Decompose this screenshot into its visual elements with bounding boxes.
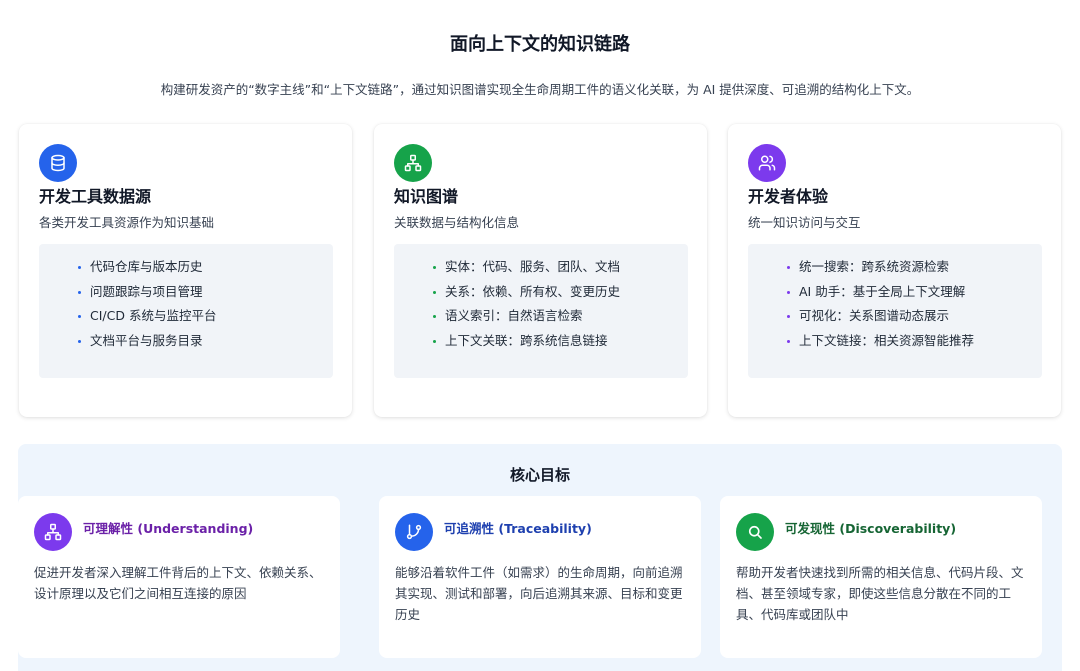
card-title: 开发者体验	[748, 187, 829, 206]
page-subtitle: 构建研发资产的“数字主线”和“上下文链路”，通过知识图谱实现全生命周期工件的语义…	[160, 82, 920, 97]
list-item: 实体：代码、服务、团队、文档	[433, 258, 688, 283]
card-description: 各类开发工具资源作为知识基础	[39, 215, 215, 230]
list-item: 代码仓库与版本历史	[78, 258, 333, 283]
goal-title: 可追溯性 (Traceability)	[444, 521, 592, 536]
users-icon	[748, 144, 786, 182]
card-item-list: 代码仓库与版本历史 问题跟踪与项目管理 CI/CD 系统与监控平台 文档平台与服…	[39, 244, 333, 378]
list-item: 关系：依赖、所有权、变更历史	[433, 283, 688, 308]
goal-title: 可发现性 (Discoverability)	[785, 521, 957, 536]
list-item: 文档平台与服务目录	[78, 332, 333, 357]
card-description: 关联数据与结构化信息	[394, 215, 520, 230]
section-title: 核心目标	[509, 466, 570, 484]
list-item: 统一搜索：跨系统资源检索	[787, 258, 1042, 283]
goal-understanding: 可理解性 (Understanding) 促进开发者深入理解工件背后的上下文、依…	[18, 496, 340, 658]
list-item: CI/CD 系统与监控平台	[78, 307, 333, 332]
page-title: 面向上下文的知识链路	[450, 34, 630, 55]
search-icon	[736, 513, 774, 551]
list-item: 语义索引：自然语言检索	[433, 307, 688, 332]
card-title: 知识图谱	[394, 187, 459, 206]
network-icon	[34, 513, 72, 551]
goal-discoverability: 可发现性 (Discoverability) 帮助开发者快速找到所需的相关信息、…	[720, 496, 1042, 658]
card-title: 开发工具数据源	[39, 187, 152, 206]
goal-text: 促进开发者深入理解工件背后的上下文、依赖关系、设计原理以及它们之间相互连接的原因	[34, 565, 322, 601]
core-goals-section: 核心目标 可追溯性 (Traceability) 能够沿着软件工件（如需求）的生…	[18, 444, 1062, 671]
network-icon	[394, 144, 432, 182]
list-item: 问题跟踪与项目管理	[78, 283, 333, 308]
list-item: 上下文关联：跨系统信息链接	[433, 332, 688, 357]
card-dev-experience: 开发者体验 统一知识访问与交互 统一搜索：跨系统资源检索 AI 助手：基于全局上…	[728, 124, 1061, 417]
goal-title: 可理解性 (Understanding)	[83, 521, 254, 536]
card-knowledge-graph: 知识图谱 关联数据与结构化信息 实体：代码、服务、团队、文档 关系：依赖、所有权…	[374, 124, 707, 417]
git-branch-icon	[395, 513, 433, 551]
card-description: 统一知识访问与交互	[748, 215, 861, 230]
goal-traceability: 可追溯性 (Traceability) 能够沿着软件工件（如需求）的生命周期，向…	[379, 496, 701, 658]
goal-text: 帮助开发者快速找到所需的相关信息、代码片段、文档、甚至领域专家，即使这些信息分散…	[736, 565, 1024, 622]
list-item: 上下文链接：相关资源智能推荐	[787, 332, 1042, 357]
card-item-list: 统一搜索：跨系统资源检索 AI 助手：基于全局上下文理解 可视化：关系图谱动态展…	[748, 244, 1042, 378]
list-item: AI 助手：基于全局上下文理解	[787, 283, 1042, 308]
card-item-list: 实体：代码、服务、团队、文档 关系：依赖、所有权、变更历史 语义索引：自然语言检…	[394, 244, 688, 378]
goal-text: 能够沿着软件工件（如需求）的生命周期，向前追溯其实现、测试和部署，向后追溯其来源…	[395, 565, 683, 622]
layer-cards: 开发工具数据源 各类开发工具资源作为知识基础 代码仓库与版本历史 问题跟踪与项目…	[19, 124, 1062, 417]
database-icon	[39, 144, 77, 182]
list-item: 可视化：关系图谱动态展示	[787, 307, 1042, 332]
card-dev-tools: 开发工具数据源 各类开发工具资源作为知识基础 代码仓库与版本历史 问题跟踪与项目…	[19, 124, 352, 417]
